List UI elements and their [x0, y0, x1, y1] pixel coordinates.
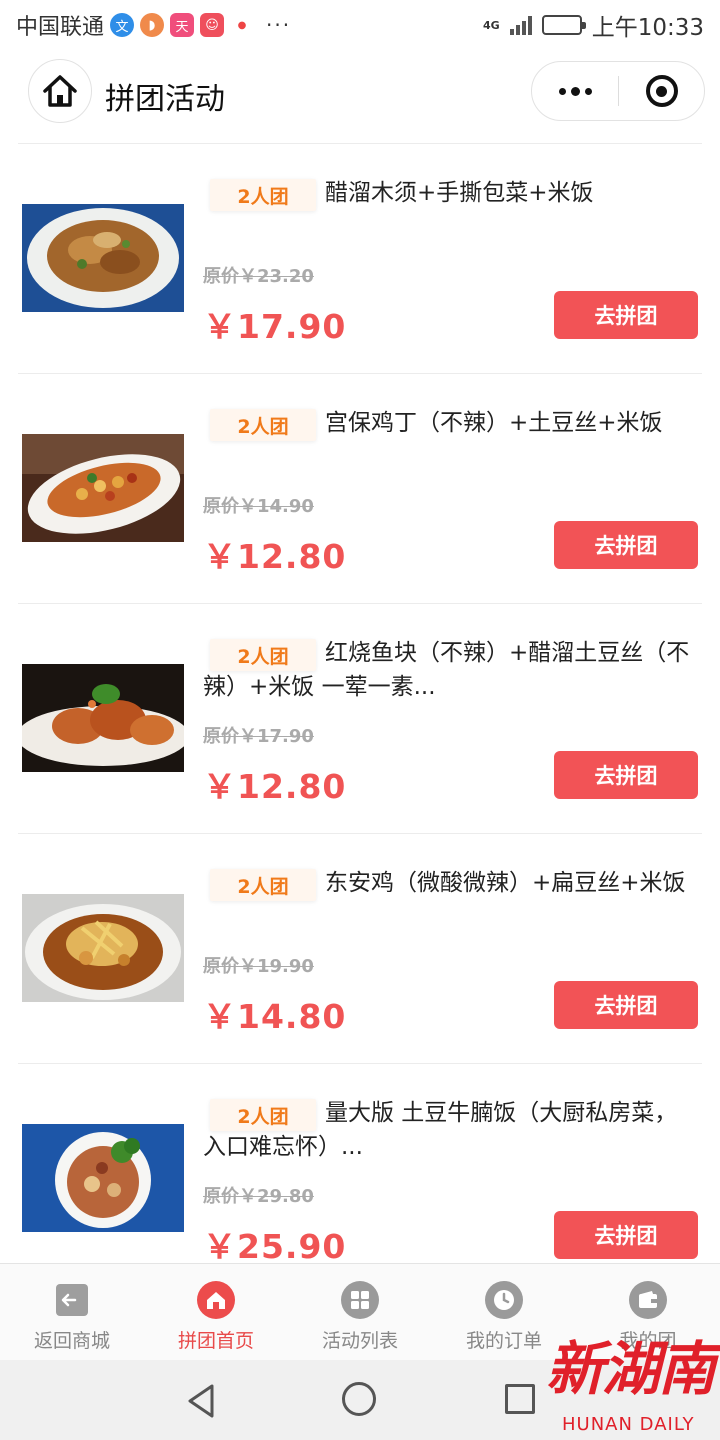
- carrier-label: 中国联通: [16, 15, 105, 40]
- join-group-button[interactable]: 去拼团: [554, 981, 698, 1029]
- join-group-button[interactable]: 去拼团: [554, 1211, 698, 1259]
- group-size-badge: 2人团: [210, 409, 316, 441]
- group-size-badge: 2人团: [210, 639, 316, 671]
- home-button[interactable]: [28, 59, 92, 123]
- exit-icon: [56, 1284, 88, 1316]
- app-notification-icon: ☺: [200, 13, 225, 37]
- dongan-chicken-dish-image: [22, 894, 184, 1002]
- tab-activity-list[interactable]: 活动列表: [288, 1264, 432, 1360]
- app-notification-icon: ◗: [140, 13, 165, 37]
- original-price: 原价￥19.90: [203, 956, 314, 977]
- stir-fried-pork-dish-image: [22, 204, 184, 312]
- clock: 上午10:33: [591, 15, 704, 41]
- braised-fish-dish-image: [22, 664, 184, 772]
- close-miniprogram-button[interactable]: [619, 62, 704, 120]
- tab-label: 拼团首页: [177, 1330, 254, 1352]
- back-icon[interactable]: [186, 1384, 216, 1418]
- original-price: 原价￥14.90: [203, 496, 314, 517]
- capsule-menu: [531, 61, 705, 121]
- more-options-button[interactable]: [532, 62, 618, 120]
- beef-brisket-dish-image: [22, 1124, 184, 1232]
- more-notifications-icon: ···: [266, 13, 292, 37]
- tab-label: 活动列表: [321, 1330, 398, 1352]
- watermark-logo: 新湖南 HUNAN DAILY: [540, 1318, 720, 1440]
- group-price: ￥12.80: [203, 767, 347, 806]
- group-size-badge: 2人团: [210, 1099, 316, 1131]
- tab-label: 我的订单: [465, 1330, 542, 1352]
- product-item[interactable]: 醋溜木须+手撕包菜+米饭 2人团 原价￥23.20 ￥17.90 去拼团: [18, 144, 702, 374]
- page-title: 拼团活动: [105, 82, 225, 117]
- group-price: ￥17.90: [203, 307, 347, 346]
- tab-back-to-mall[interactable]: 返回商城: [0, 1264, 144, 1360]
- product-list: 醋溜木须+手撕包菜+米饭 2人团 原价￥23.20 ￥17.90 去拼团 宫保鸡…: [18, 144, 702, 1294]
- target-icon: [645, 75, 678, 107]
- group-size-badge: 2人团: [210, 179, 316, 211]
- join-group-button[interactable]: 去拼团: [554, 521, 698, 569]
- grid-icon: [341, 1281, 379, 1319]
- product-item[interactable]: 红烧鱼块（不辣）+醋溜土豆丝（不辣）+米饭 一荤一素... 2人团 原价￥17.…: [18, 604, 702, 834]
- watermark-chinese: 新湖南: [546, 1335, 716, 1403]
- product-item[interactable]: 宫保鸡丁（不辣）+土豆丝+米饭 2人团 原价￥14.90 ￥12.80 去拼团: [18, 374, 702, 604]
- system-home-icon[interactable]: [342, 1382, 376, 1416]
- app-notification-icon: 天: [170, 13, 195, 37]
- original-price: 原价￥17.90: [203, 726, 314, 747]
- clock-icon: [485, 1281, 523, 1319]
- mini-program-navbar: 拼团活动: [0, 50, 720, 144]
- battery-icon: [541, 15, 586, 35]
- network-type: 4G: [483, 18, 500, 32]
- original-price: 原价￥23.20: [203, 266, 314, 287]
- original-price: 原价￥29.80: [203, 1186, 314, 1207]
- group-price: ￥25.90: [203, 1227, 347, 1266]
- group-size-badge: 2人团: [210, 869, 316, 901]
- group-price: ￥12.80: [203, 537, 347, 576]
- tab-label: 返回商城: [33, 1330, 110, 1352]
- home-icon: [43, 75, 77, 107]
- watermark-english: HUNAN DAILY: [562, 1414, 695, 1435]
- app-notification-icon: 文: [110, 13, 135, 37]
- signal-icon: [509, 15, 532, 35]
- kung-pao-chicken-dish-image: [22, 434, 184, 542]
- wallet-icon: [629, 1281, 667, 1319]
- product-item[interactable]: 东安鸡（微酸微辣）+扁豆丝+米饭 2人团 原价￥19.90 ￥14.80 去拼团: [18, 834, 702, 1064]
- product-item[interactable]: 量大版 土豆牛腩饭（大厨私房菜，入口难忘怀）... 2人团 原价￥29.80 ￥…: [18, 1064, 702, 1294]
- app-notification-icon: ●: [230, 13, 255, 37]
- group-price: ￥14.80: [203, 997, 347, 1036]
- recent-apps-icon[interactable]: [505, 1384, 535, 1414]
- tab-group-home[interactable]: 拼团首页: [144, 1264, 288, 1360]
- join-group-button[interactable]: 去拼团: [554, 751, 698, 799]
- home-icon: [197, 1281, 235, 1319]
- join-group-button[interactable]: 去拼团: [554, 291, 698, 339]
- status-bar: 中国联通 文 ◗ 天 ☺ ● ··· 4G 上午10:33: [0, 0, 720, 50]
